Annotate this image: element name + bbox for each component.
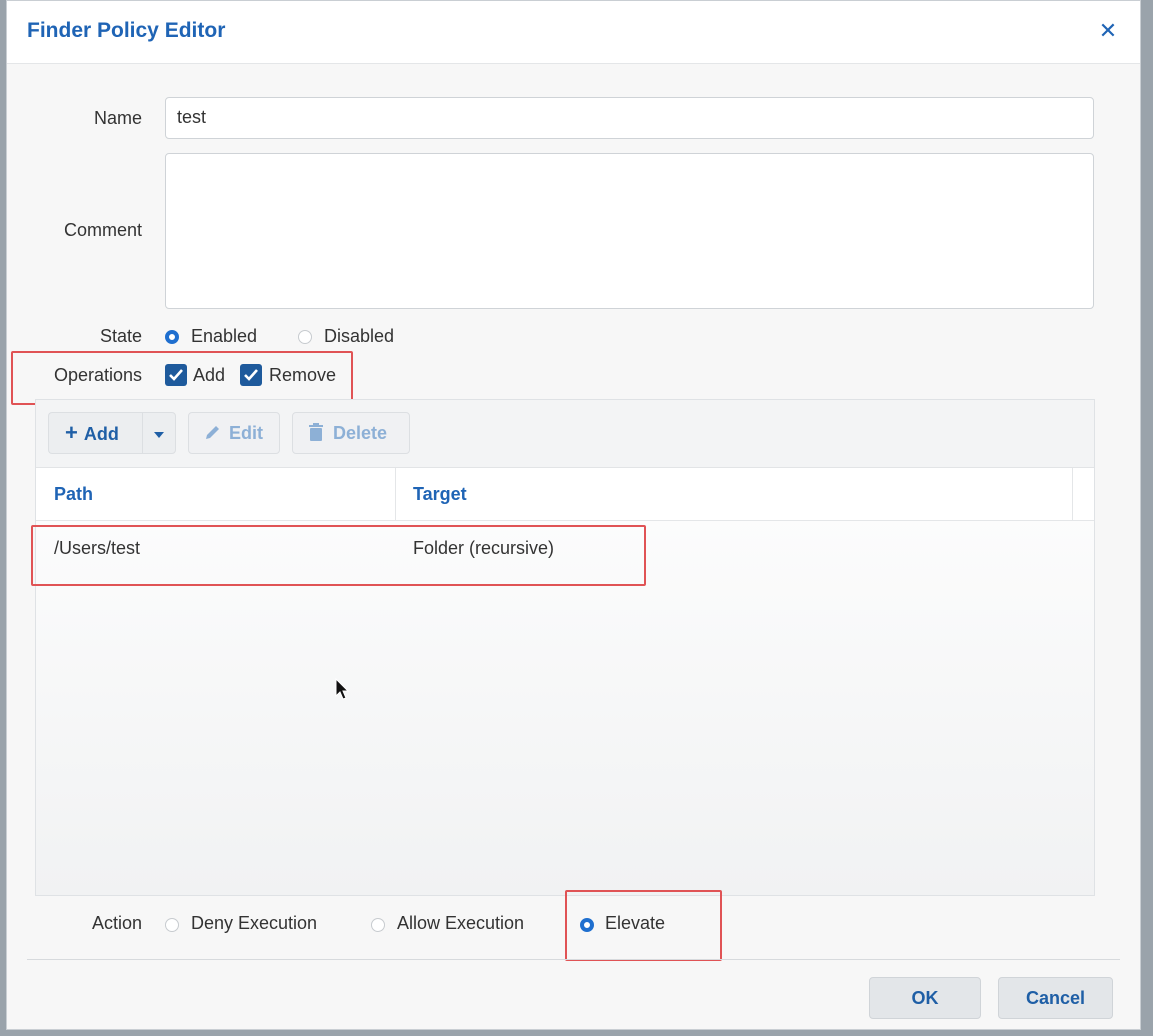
mouse-pointer-icon xyxy=(335,678,350,700)
delete-button[interactable]: Delete xyxy=(292,412,410,454)
action-label: Action xyxy=(91,913,142,933)
cancel-button[interactable]: Cancel xyxy=(998,977,1113,1019)
finder-policy-editor-dialog: Finder Policy Editor ✕ Name test Comment… xyxy=(6,0,1141,1030)
ok-button[interactable]: OK xyxy=(869,977,981,1019)
pencil-icon xyxy=(206,426,219,439)
add-button-label: Add xyxy=(83,424,119,444)
caret-down-icon xyxy=(154,432,164,438)
name-input[interactable]: test xyxy=(165,97,1094,139)
grid-toolbar: + Add Edit Delete xyxy=(36,400,1094,468)
elevate-highlight-box xyxy=(565,890,722,961)
row-highlight-box xyxy=(31,525,646,586)
name-label: Name xyxy=(93,108,142,128)
footer-divider xyxy=(27,959,1120,960)
add-button[interactable]: + Add xyxy=(48,412,142,454)
action-allow-label[interactable]: Allow Execution xyxy=(397,913,524,934)
close-icon[interactable]: ✕ xyxy=(1094,15,1122,47)
comment-label: Comment xyxy=(63,220,142,240)
action-deny-radio[interactable] xyxy=(165,918,179,932)
delete-button-label: Delete xyxy=(333,423,388,443)
dialog-titlebar: Finder Policy Editor ✕ xyxy=(7,1,1140,64)
edit-button-label: Edit xyxy=(229,423,263,443)
action-deny-label[interactable]: Deny Execution xyxy=(191,913,317,934)
action-allow-radio[interactable] xyxy=(371,918,385,932)
state-label: State xyxy=(99,326,142,346)
edit-button[interactable]: Edit xyxy=(188,412,280,454)
column-header-path[interactable]: Path xyxy=(36,468,396,521)
trash-icon xyxy=(309,423,323,441)
state-enabled-radio[interactable] xyxy=(165,330,179,344)
operations-highlight-box xyxy=(11,351,353,405)
comment-textarea[interactable] xyxy=(165,153,1094,309)
state-enabled-label[interactable]: Enabled xyxy=(191,326,257,347)
plus-icon: + xyxy=(65,420,78,445)
state-disabled-label[interactable]: Disabled xyxy=(324,326,394,347)
path-grid: + Add Edit Delete Path Target /Users/test… xyxy=(35,399,1095,896)
add-dropdown-button[interactable] xyxy=(142,412,176,454)
column-header-spacer xyxy=(1073,468,1094,521)
column-header-target[interactable]: Target xyxy=(396,468,1073,521)
state-disabled-radio[interactable] xyxy=(298,330,312,344)
dialog-title: Finder Policy Editor xyxy=(27,19,226,42)
